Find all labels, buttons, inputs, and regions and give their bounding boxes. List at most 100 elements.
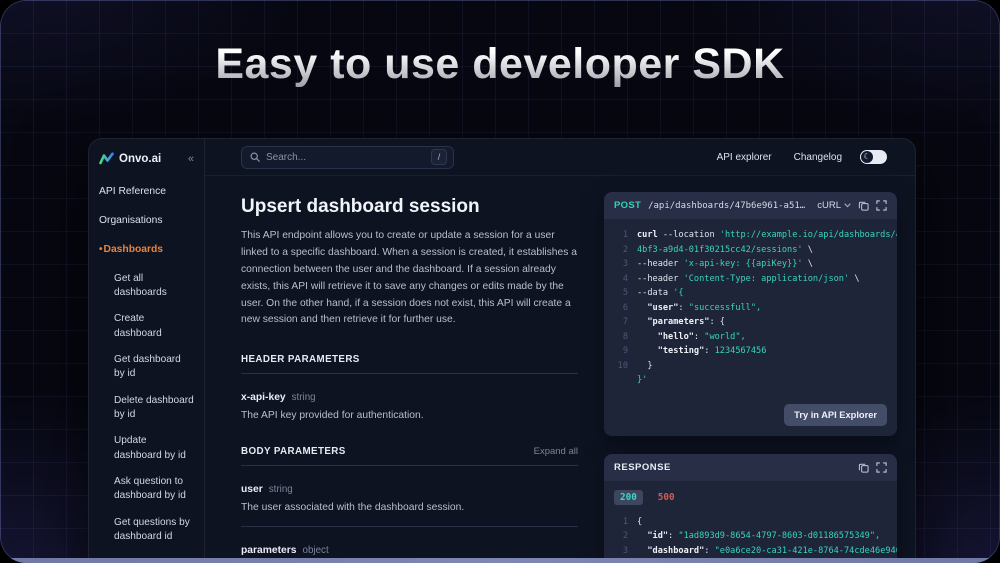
code-line: 1curl --location 'http://example.io/api/… xyxy=(612,228,887,243)
copy-icon[interactable] xyxy=(858,200,869,211)
api-explorer-link[interactable]: API explorer xyxy=(717,152,772,163)
response-panel-header: RESPONSE xyxy=(604,454,897,481)
code-text: 4bf3-a9d4-01f30215cc42/sessions' \ xyxy=(637,243,813,258)
sidebar-item-label: Dashboards xyxy=(104,244,164,255)
code-text: "dashboard": "e0a6ce20-ca31-421e-8764-74… xyxy=(637,544,897,559)
code-text: curl --location 'http://example.io/api/d… xyxy=(637,228,897,243)
sidebar-item-label: Organisations xyxy=(99,215,163,226)
header-parameters-list: x-api-keystring The API key provided for … xyxy=(241,387,578,421)
param-head: parameters object xyxy=(241,540,578,558)
param-name: user xyxy=(241,484,263,495)
request-panel: POST /api/dashboards/47b6e961-a51c-4bf3-… xyxy=(604,192,897,436)
param-type: string xyxy=(269,484,293,495)
search-icon xyxy=(250,152,260,162)
line-number: 1 xyxy=(612,228,628,243)
param-description: The user associated with the dashboard s… xyxy=(241,502,578,513)
docs-app-window: Onvo.ai « API Reference Organisations •Das… xyxy=(88,138,916,563)
screenshot-frame: Easy to use developer SDK Onvo.ai « API … xyxy=(0,0,1000,563)
http-method-badge: POST xyxy=(614,200,641,211)
code-line: 6 "user": "successfull", xyxy=(612,301,887,316)
line-number: 7 xyxy=(612,315,628,330)
code-line: 3 --header 'x-api-key: {{apiKey}}' \ xyxy=(612,257,887,272)
sidebar-nav: API Reference Organisations •Dashboards Get… xyxy=(99,185,194,563)
code-line: 9 "testing": 1234567456 xyxy=(612,344,887,359)
logo-text: Onvo.ai xyxy=(119,153,161,165)
param-type: object xyxy=(303,545,329,556)
fullscreen-icon[interactable] xyxy=(876,462,887,473)
param-description: The API key provided for authentication. xyxy=(241,410,578,421)
language-label: cURL xyxy=(817,200,841,211)
code-text: --header 'x-api-key: {{apiKey}}' \ xyxy=(637,257,813,272)
sidebar-subitem-update-dashboard-by-id[interactable]: Update dashboard by id xyxy=(114,434,194,463)
sidebar-subitems: Get all dashboards Create dashboard Get da… xyxy=(114,272,194,563)
content: Upsert dashboard session This API endpoi… xyxy=(205,176,915,563)
language-dropdown[interactable]: cURL xyxy=(817,200,851,211)
sidebar-subitem-get-dashboard-by-id[interactable]: Get dashboard by id xyxy=(114,353,194,382)
sidebar-subitem-delete-dashboard-by-id[interactable]: Delete dashboard by id xyxy=(114,394,194,423)
changelog-link[interactable]: Changelog xyxy=(794,152,842,163)
response-code-block: 200500 1{2 "id": "1ad893d9-8654-4797-860… xyxy=(604,481,897,563)
header-parameters-heading: HEADER PARAMETERS xyxy=(241,354,578,365)
sidebar-subitem-get-questions-by-dashboard-id[interactable]: Get questions by dashboard id xyxy=(114,516,194,545)
sidebar-subitem-get-all-dashboards[interactable]: Get all dashboards xyxy=(114,272,194,301)
active-bullet: • xyxy=(99,244,103,255)
param-type: string xyxy=(292,392,316,403)
code-text: --data '{ xyxy=(637,286,684,301)
code-text: "id": "1ad893d9-8654-4797-8603-d01186575… xyxy=(637,529,880,544)
moon-icon: ☾ xyxy=(861,151,873,163)
code-line: 4 --header 'Content-Type: application/jso… xyxy=(612,272,887,287)
line-number: 4 xyxy=(612,272,628,287)
line-number: 6 xyxy=(612,301,628,316)
hero-title: Easy to use developer SDK xyxy=(0,40,1000,89)
status-tab-500[interactable]: 500 xyxy=(658,492,675,503)
line-number: 10 xyxy=(612,359,628,374)
fullscreen-icon[interactable] xyxy=(876,200,887,211)
code-line: 2 "id": "1ad893d9-8654-4797-8603-d011865… xyxy=(612,529,887,544)
line-number: 5 xyxy=(612,286,628,301)
body-parameters-list: user string The user associated with the d… xyxy=(241,479,578,563)
code-text: --header 'Content-Type: application/json… xyxy=(637,272,860,287)
copy-icon[interactable] xyxy=(858,462,869,473)
request-panel-header: POST /api/dashboards/47b6e961-a51c-4bf3-… xyxy=(604,192,897,219)
try-in-api-explorer-button[interactable]: Try in API Explorer xyxy=(784,404,887,426)
search-placeholder: Search... xyxy=(266,152,306,163)
status-tab-200[interactable]: 200 xyxy=(614,490,643,505)
code-text: "hello": "world", xyxy=(637,330,746,345)
sidebar-subitem-create-dashboard[interactable]: Create dashboard xyxy=(114,312,194,341)
expand-all-button[interactable]: Expand all xyxy=(534,446,578,457)
line-number: 3 xyxy=(612,257,628,272)
sidebar-subitem-ask-question-to-dashboard-by-id[interactable]: Ask question to dashboard by id xyxy=(114,475,194,504)
dark-mode-toggle[interactable]: ☾ xyxy=(860,150,887,164)
code-line: 8 "hello": "world", xyxy=(612,330,887,345)
response-title: RESPONSE xyxy=(614,462,851,473)
line-number: 1 xyxy=(612,515,628,530)
divider xyxy=(241,373,578,374)
param-name: parameters xyxy=(241,545,297,556)
doc-column: Upsert dashboard session This API endpoi… xyxy=(241,176,578,563)
code-text: "parameters": { xyxy=(637,315,725,330)
param-row-x-api-key: x-api-keystring The API key provided for … xyxy=(241,387,578,421)
code-text: }' xyxy=(637,373,647,388)
section-title: BODY PARAMETERS xyxy=(241,446,346,457)
sidebar-item-organisations[interactable]: Organisations xyxy=(99,214,194,228)
section-title: HEADER PARAMETERS xyxy=(241,354,360,365)
search-input[interactable]: Search... / xyxy=(241,146,454,169)
divider xyxy=(241,465,578,466)
response-panel: RESPONSE 200500 1{2 "id": "1ad893d9-8654… xyxy=(604,454,897,563)
sidebar-collapse-button[interactable]: « xyxy=(188,153,194,165)
code-line: 2 4bf3-a9d4-01f30215cc42/sessions' \ xyxy=(612,243,887,258)
main-area: Search... / API explorer Changelog ☾ Ups… xyxy=(205,139,915,563)
line-number: 2 xyxy=(612,243,628,258)
page-description: This API endpoint allows you to create o… xyxy=(241,228,578,329)
code-line: }' xyxy=(612,373,887,388)
search-shortcut-badge: / xyxy=(431,149,447,165)
sidebar-item-api-reference[interactable]: API Reference xyxy=(99,185,194,199)
line-number xyxy=(612,373,628,388)
onvo-logo-icon xyxy=(99,152,114,165)
logo: Onvo.ai « xyxy=(99,152,194,165)
divider xyxy=(241,526,578,527)
line-number: 3 xyxy=(612,544,628,559)
sidebar-item-dashboards[interactable]: •Dashboards xyxy=(99,243,194,257)
param-head: x-api-keystring xyxy=(241,387,578,405)
param-row-user: user string The user associated with the d… xyxy=(241,479,578,513)
